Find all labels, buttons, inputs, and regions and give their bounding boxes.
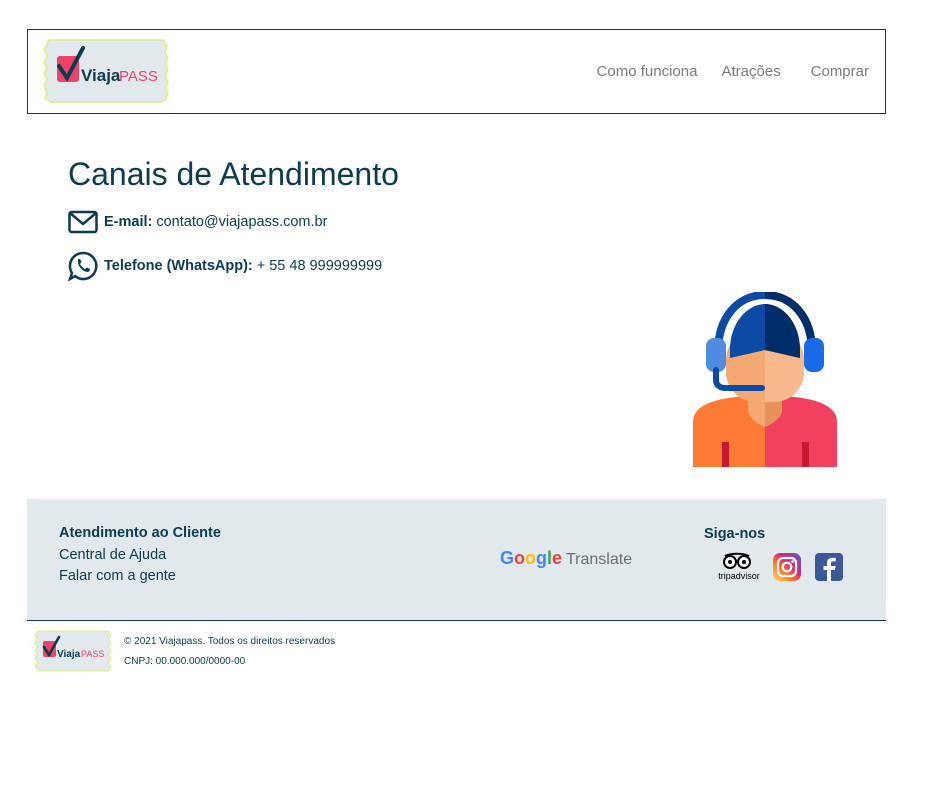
viajapass-logo[interactable]: Viaja PASS [43, 38, 169, 104]
phone-label: Telefone (WhatsApp): [104, 258, 253, 274]
google-translate-logo[interactable]: Google Translate [500, 548, 640, 570]
copyright-text: © 2021 Viajapass. Todos os direitos rese… [124, 636, 336, 647]
phone-value: + 55 48 999999999 [256, 258, 383, 274]
site-header: Viaja PASS Como funciona Atrações Compra… [27, 29, 886, 114]
support-heading: Atendimento ao Cliente [59, 525, 221, 541]
logo-text-pass: PASS [119, 68, 158, 85]
main-nav: Como funciona Atrações Comprar [573, 30, 869, 113]
site-footer: Atendimento ao Cliente Central de Ajuda … [27, 499, 886, 621]
phone-row: Telefone (WhatsApp): + 55 48 999999999 [68, 251, 382, 281]
page-title: Canais de Atendimento [68, 156, 399, 192]
cnpj-text: CNPJ: 00.000.000/0000-00 [124, 656, 246, 667]
svg-text:Google: Google [500, 548, 562, 568]
footer-logo[interactable]: Viaja PASS [34, 629, 112, 673]
translate-word: Translate [566, 551, 632, 568]
footer-logo-text-pass: PASS [81, 649, 104, 659]
envelope-icon [68, 210, 98, 234]
email-row: E-mail: contato@viajapass.com.br [68, 210, 327, 234]
tripadvisor-text: tripadvisor [718, 571, 760, 581]
contact-us-link[interactable]: Falar com a gente [59, 568, 221, 584]
logo-text-viaja: Viaja [81, 66, 121, 85]
support-agent-illustration [693, 292, 837, 467]
nav-atracoes[interactable]: Atrações [721, 63, 780, 80]
email-link[interactable]: contato@viajapass.com.br [156, 214, 327, 230]
support-column: Atendimento ao Cliente Central de Ajuda … [59, 525, 221, 589]
help-center-link[interactable]: Central de Ajuda [59, 547, 221, 563]
instagram-icon[interactable] [772, 552, 802, 582]
nav-como-funciona[interactable]: Como funciona [597, 63, 698, 80]
footer-logo-text-viaja: Viaja [57, 649, 81, 660]
facebook-icon[interactable] [814, 552, 844, 582]
whatsapp-icon [68, 251, 98, 281]
follow-heading: Siga-nos [704, 526, 766, 542]
email-label: E-mail: [104, 214, 153, 230]
nav-comprar[interactable]: Comprar [811, 63, 869, 80]
tripadvisor-icon[interactable]: tripadvisor [713, 552, 765, 582]
